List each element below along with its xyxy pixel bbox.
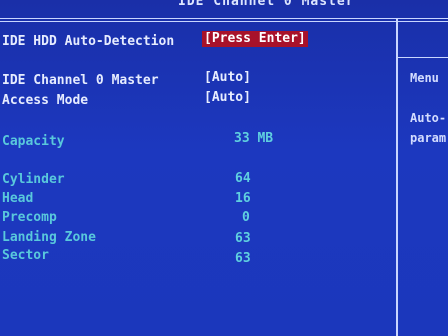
- access-mode-select[interactable]: [Auto]: [204, 90, 251, 106]
- help-text-line-1: Auto-: [410, 111, 447, 125]
- precomp-label: Precomp: [2, 210, 57, 225]
- sector-value: 63: [235, 251, 251, 266]
- channel-master-label: IDE Channel 0 Master: [2, 73, 159, 88]
- capacity-label: Capacity: [2, 134, 65, 149]
- cylinder-value: 64: [235, 171, 251, 186]
- channel-master-select[interactable]: [Auto]: [204, 70, 251, 86]
- top-divider-lower: [0, 21, 448, 22]
- help-panel-divider: [396, 18, 398, 336]
- sector-label: Sector: [2, 248, 49, 263]
- landing-zone-value: 63: [235, 231, 251, 246]
- precomp-value: 0: [242, 210, 250, 225]
- title-bar: IDE Channel 0 Master: [0, 0, 448, 18]
- head-value: 16: [235, 191, 251, 206]
- auto-detection-label: IDE HDD Auto-Detection: [2, 34, 175, 49]
- bios-screen: IDE Channel 0 Master IDE HDD Auto-Detect…: [0, 0, 448, 336]
- cylinder-label: Cylinder: [2, 172, 65, 187]
- help-header-divider: [398, 57, 448, 58]
- head-label: Head: [2, 191, 34, 206]
- capacity-value: 33 MB: [234, 131, 274, 146]
- help-heading: Menu: [410, 71, 439, 85]
- page-title: IDE Channel 0 Master: [178, 0, 355, 9]
- top-divider: [0, 18, 448, 19]
- help-text-line-2: param: [410, 131, 447, 145]
- landing-zone-label: Landing Zone: [2, 230, 96, 245]
- access-mode-label: Access Mode: [2, 93, 89, 108]
- auto-detection-button[interactable]: [Press Enter]: [202, 31, 308, 47]
